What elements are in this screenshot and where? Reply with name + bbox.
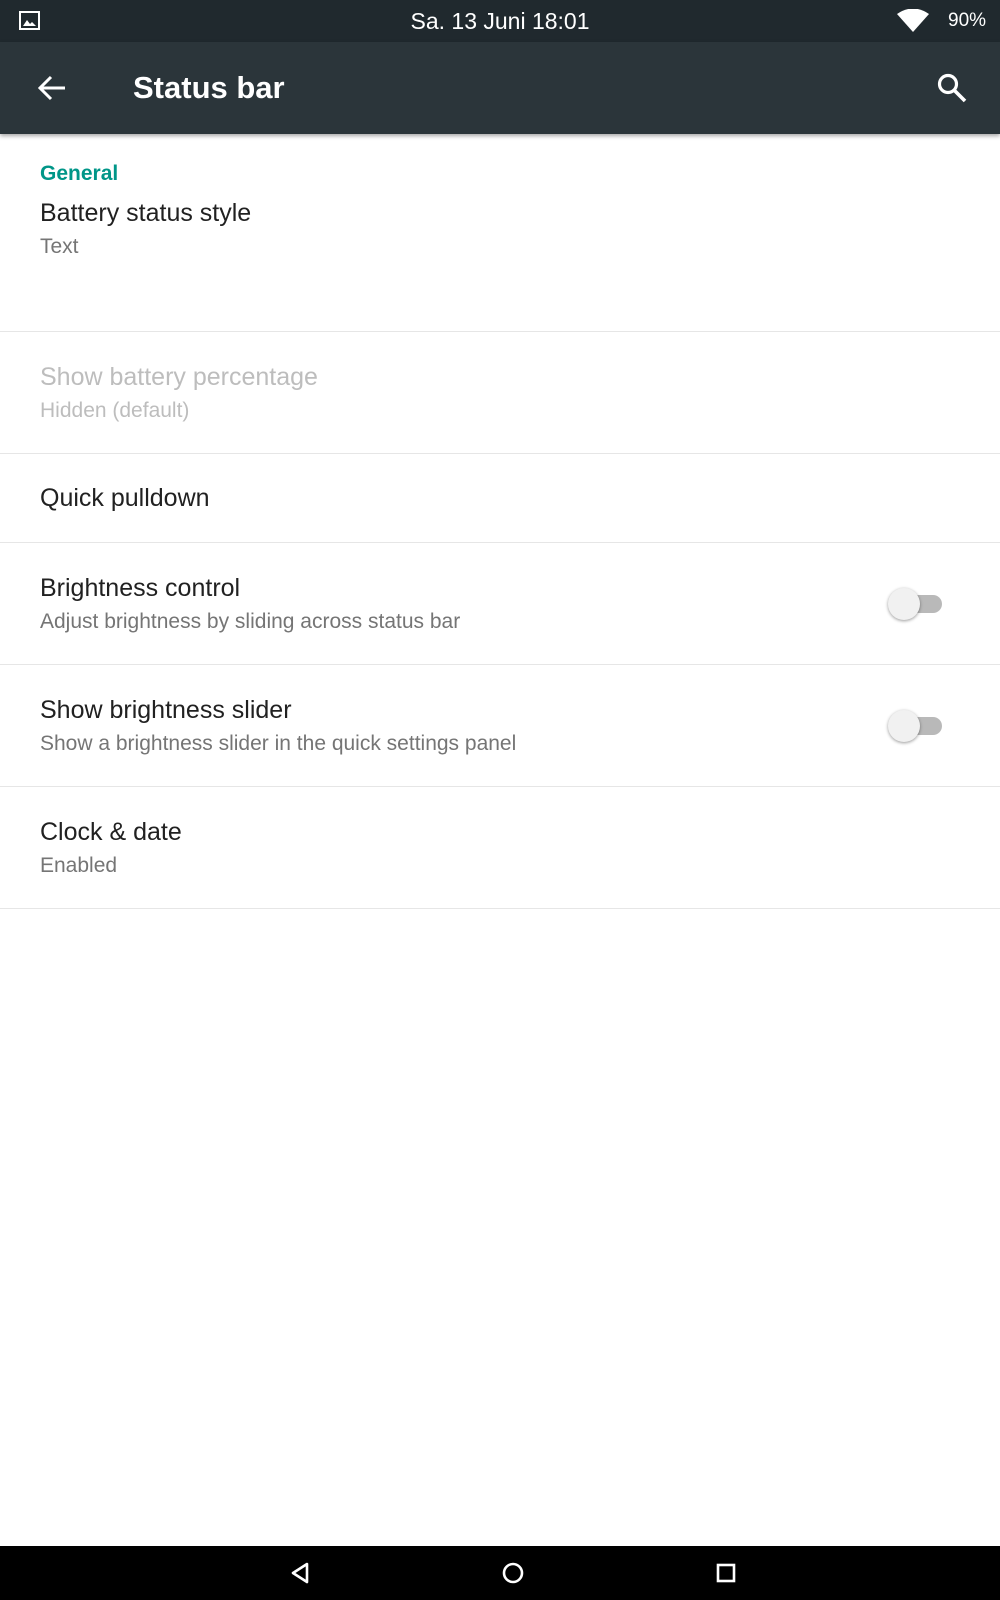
setting-title: Show battery percentage xyxy=(40,363,318,391)
setting-title: Quick pulldown xyxy=(40,484,210,512)
recents-square-icon xyxy=(716,1563,736,1583)
brightness-control-switch[interactable] xyxy=(888,584,946,624)
system-status-bar: Sa. 13 Juni 18:01 90% xyxy=(0,0,1000,42)
setting-battery-status-style[interactable]: Battery status style Text xyxy=(0,196,1000,332)
page-title: Status bar xyxy=(133,70,285,105)
setting-summary: Enabled xyxy=(40,854,118,877)
back-button[interactable] xyxy=(25,63,81,113)
setting-summary: Adjust brightness by sliding across stat… xyxy=(40,610,461,633)
search-icon xyxy=(937,73,967,103)
app-bar: Status bar xyxy=(0,42,1000,134)
navigation-bar xyxy=(0,1546,1000,1600)
status-bar-time: Sa. 13 Juni 18:01 xyxy=(410,8,590,34)
setting-show-battery-percentage: Show battery percentage Hidden (default) xyxy=(0,332,1000,454)
search-button[interactable] xyxy=(930,66,974,110)
setting-quick-pulldown[interactable]: Quick pulldown xyxy=(0,454,1000,543)
switch-thumb xyxy=(888,710,920,742)
switch-thumb xyxy=(888,588,920,620)
setting-title: Battery status style xyxy=(40,199,252,227)
setting-summary: Show a brightness slider in the quick se… xyxy=(40,732,517,755)
nav-recents-button[interactable] xyxy=(686,1546,766,1600)
back-triangle-icon xyxy=(291,1562,309,1584)
home-circle-icon xyxy=(502,1562,524,1584)
setting-title: Brightness control xyxy=(40,574,241,602)
brightness-slider-switch[interactable] xyxy=(888,706,946,746)
wifi-icon xyxy=(897,9,929,32)
settings-list: General Battery status style Text Show b… xyxy=(0,134,1000,909)
setting-summary: Hidden (default) xyxy=(40,399,190,422)
setting-title: Clock & date xyxy=(40,818,182,846)
nav-home-button[interactable] xyxy=(473,1546,553,1600)
battery-percentage: 90% xyxy=(948,10,987,31)
setting-title: Show brightness slider xyxy=(40,696,292,724)
setting-brightness-control[interactable]: Brightness control Adjust brightness by … xyxy=(0,543,1000,665)
nav-back-button[interactable] xyxy=(260,1546,340,1600)
setting-show-brightness-slider[interactable]: Show brightness slider Show a brightness… xyxy=(0,665,1000,787)
setting-summary: Text xyxy=(40,235,79,258)
back-arrow-icon xyxy=(38,75,65,101)
setting-clock-date[interactable]: Clock & date Enabled xyxy=(0,787,1000,909)
